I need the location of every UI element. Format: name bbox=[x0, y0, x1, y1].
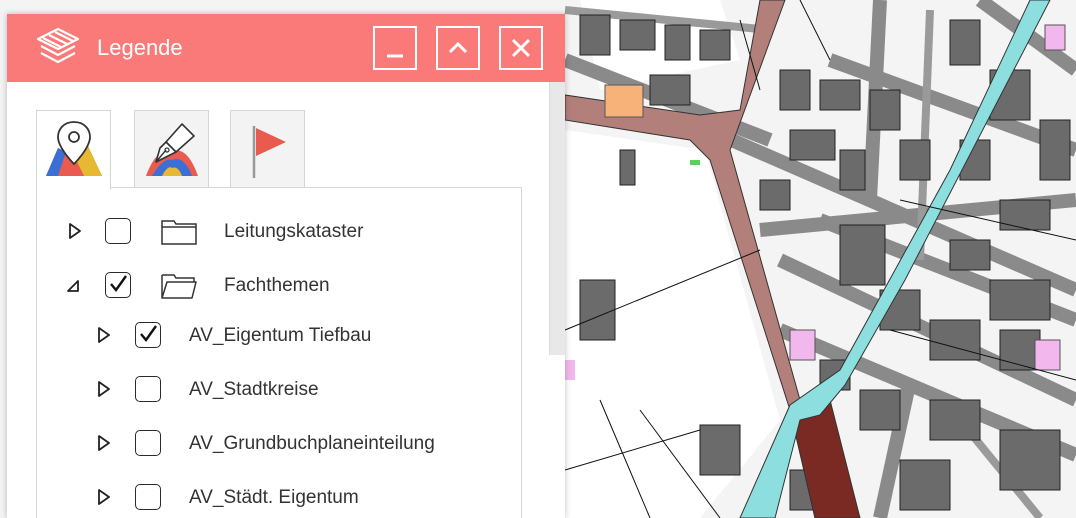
tree-row-av-eigentum-tiefbau[interactable]: AV_Eigentum Tiefbau bbox=[37, 320, 507, 350]
chevron-up-icon bbox=[448, 41, 468, 54]
legend-panel: Legende Leitungskataster Fachthemen AV_E… bbox=[7, 14, 565, 518]
layer-label[interactable]: AV_Städt. Eigentum bbox=[189, 487, 359, 509]
legend-title: Legende bbox=[97, 35, 183, 60]
close-button[interactable] bbox=[499, 26, 543, 70]
tab-map-layers[interactable] bbox=[36, 110, 111, 190]
panel-scrollbar[interactable] bbox=[549, 82, 565, 355]
layer-label[interactable]: Leitungskataster bbox=[224, 221, 363, 243]
triangle-down-icon bbox=[67, 280, 79, 292]
tree-row-av-stadtkreise[interactable]: AV_Stadtkreise bbox=[37, 374, 507, 404]
layer-tree: Leitungskataster Fachthemen AV_Eigentum … bbox=[36, 187, 522, 518]
layer-checkbox[interactable] bbox=[135, 430, 161, 456]
minimize-icon bbox=[387, 54, 403, 58]
triangle-right-icon bbox=[69, 223, 81, 239]
map-pin-icon bbox=[46, 121, 102, 176]
checkmark-icon bbox=[110, 275, 127, 292]
checkmark-icon bbox=[140, 325, 157, 342]
tab-markers[interactable] bbox=[230, 110, 305, 188]
expand-toggle[interactable] bbox=[97, 327, 111, 343]
folder-open-icon bbox=[161, 273, 197, 299]
layer-label[interactable]: AV_Stadtkreise bbox=[189, 379, 319, 401]
minimize-button[interactable] bbox=[373, 26, 417, 70]
expand-toggle[interactable] bbox=[97, 381, 111, 397]
legend-body: Leitungskataster Fachthemen AV_Eigentum … bbox=[7, 82, 565, 518]
layer-checkbox[interactable] bbox=[105, 272, 131, 298]
tree-row-fachthemen[interactable]: Fachthemen bbox=[37, 270, 507, 300]
triangle-right-icon bbox=[98, 381, 110, 397]
close-icon bbox=[511, 38, 531, 58]
layer-label[interactable]: AV_Eigentum Tiefbau bbox=[189, 325, 371, 347]
layer-label[interactable]: Fachthemen bbox=[224, 275, 330, 297]
folder-icon bbox=[161, 219, 197, 245]
layer-checkbox[interactable] bbox=[135, 322, 161, 348]
expand-toggle[interactable] bbox=[97, 435, 111, 451]
legend-titlebar[interactable]: Legende bbox=[7, 14, 565, 82]
expand-toggle[interactable] bbox=[97, 489, 111, 505]
layers-icon bbox=[36, 27, 80, 64]
tree-row-av-grundbuchplaneinteilung[interactable]: AV_Grundbuchplaneinteilung bbox=[37, 428, 507, 458]
triangle-right-icon bbox=[98, 435, 110, 451]
pen-nib-icon bbox=[146, 123, 198, 176]
layer-checkbox[interactable] bbox=[135, 484, 161, 510]
triangle-right-icon bbox=[98, 327, 110, 343]
triangle-right-icon bbox=[98, 489, 110, 505]
tree-row-av-staedt-eigentum[interactable]: AV_Städt. Eigentum bbox=[37, 482, 507, 512]
tree-row-leitungskataster[interactable]: Leitungskataster bbox=[37, 216, 507, 246]
flag-icon bbox=[252, 126, 286, 178]
tab-drawing[interactable] bbox=[134, 110, 209, 188]
layer-checkbox[interactable] bbox=[135, 376, 161, 402]
layer-checkbox[interactable] bbox=[105, 218, 131, 244]
collapse-button[interactable] bbox=[436, 26, 480, 70]
layer-label[interactable]: AV_Grundbuchplaneinteilung bbox=[189, 433, 435, 455]
expand-toggle[interactable] bbox=[68, 223, 82, 239]
collapse-toggle[interactable] bbox=[65, 277, 79, 293]
